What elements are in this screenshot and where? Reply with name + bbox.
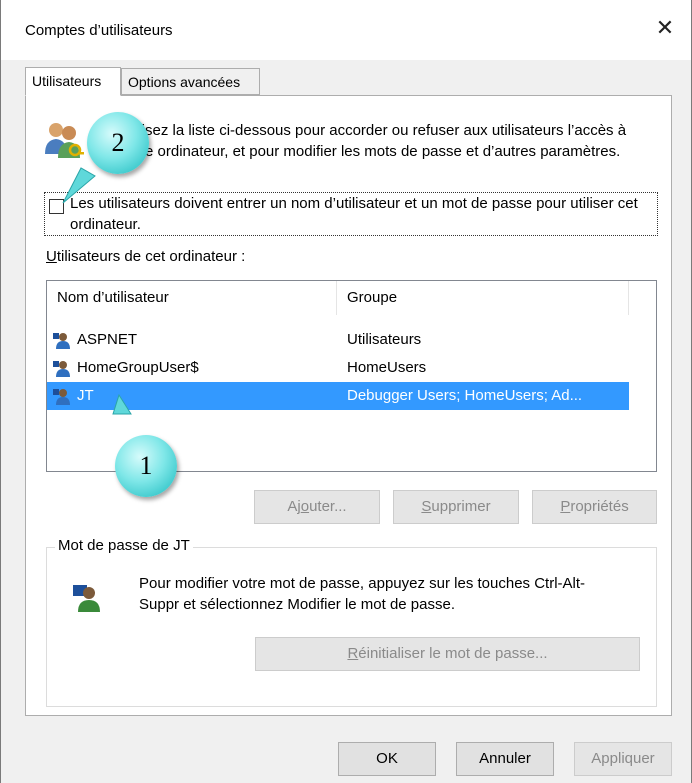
user-group: Utilisateurs [347, 331, 422, 348]
password-instructions: Pour modifier votre mot de passe, appuye… [139, 575, 586, 613]
user-accounts-dialog: Comptes d’utilisateurs ✕ Utilisateurs Op… [0, 0, 692, 783]
window-title: Comptes d’utilisateurs [25, 22, 173, 39]
remove-label: upprimer [431, 498, 491, 515]
column-header-group[interactable]: Groupe [337, 281, 629, 315]
tab-users[interactable]: Utilisateurs [25, 67, 121, 96]
add-user-button[interactable]: Ajouter... [254, 490, 380, 524]
password-group: Mot de passe de JT Pour modifier votre m… [46, 537, 657, 707]
users-list-label-accel: U [46, 248, 57, 265]
callout-2: 2 [87, 112, 149, 174]
reset-label: éinitialiser le mot de passe... [358, 645, 548, 662]
user-group: Debugger Users; HomeUsers; Ad... [347, 387, 583, 404]
remove-user-button[interactable]: Supprimer [393, 490, 519, 524]
password-group-title: Mot de passe de JT [55, 537, 193, 554]
column-header-username[interactable]: Nom d’utilisateur [47, 281, 337, 315]
tab-advanced[interactable]: Options avancées [121, 68, 260, 95]
close-icon[interactable]: ✕ [653, 16, 677, 40]
title-bar: Comptes d’utilisateurs ✕ [1, 0, 691, 60]
properties-label: ropriétés [570, 498, 629, 515]
user-icon [53, 361, 70, 377]
user-password-icon [73, 585, 100, 612]
add-label-b: uter... [309, 498, 347, 515]
table-row-selected[interactable]: JT Debugger Users; HomeUsers; Ad... [47, 382, 629, 410]
user-icon [53, 389, 70, 405]
cancel-button[interactable]: Annuler [456, 742, 554, 776]
user-group: HomeUsers [347, 359, 427, 376]
remove-label-accel: S [421, 498, 432, 515]
callout-1: 1 [115, 435, 177, 497]
users-list-label-text: tilisateurs de cet ordinateur : [56, 248, 246, 265]
users-icon [45, 123, 84, 158]
table-row[interactable]: ASPNET Utilisateurs [47, 326, 629, 354]
require-password-label: Les utilisateurs doivent entrer un nom d… [70, 195, 638, 233]
add-label-accel: o [300, 498, 310, 515]
reset-label-accel: R [347, 645, 359, 662]
require-password-checkbox[interactable] [49, 199, 64, 214]
properties-button[interactable]: Propriétés [532, 490, 657, 524]
user-name: JT [77, 387, 94, 404]
require-password-option[interactable]: Les utilisateurs doivent entrer un nom d… [44, 192, 658, 236]
table-row[interactable]: HomeGroupUser$ HomeUsers [47, 354, 629, 382]
apply-button[interactable]: Appliquer [574, 742, 672, 776]
add-label-a: Aj [287, 498, 301, 515]
users-tab-panel: Utilisez la liste ci-dessous pour accord… [25, 95, 672, 716]
user-name: ASPNET [77, 331, 138, 348]
user-icon [53, 333, 70, 349]
ok-button[interactable]: OK [338, 742, 436, 776]
reset-password-button[interactable]: Réinitialiser le mot de passe... [255, 637, 640, 671]
properties-label-accel: P [560, 498, 571, 515]
intro-text: Utilisez la liste ci-dessous pour accord… [120, 122, 627, 160]
user-name: HomeGroupUser$ [77, 359, 199, 376]
users-list-label: Utilisateurs de cet ordinateur : [46, 248, 245, 265]
